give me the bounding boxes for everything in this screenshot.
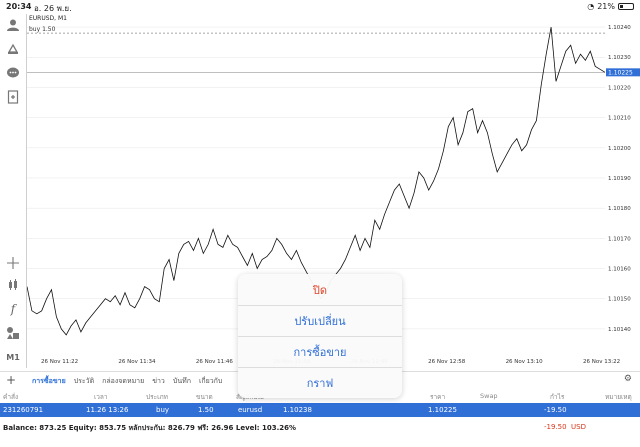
y-tick-label: 1.10200 [608,146,631,152]
row-open-price: 1.10238 [283,406,312,414]
col-size: ขนาด [196,393,213,401]
row-current-price: 1.10225 [428,406,457,414]
row-size: 1.50 [198,406,214,414]
current-price-label: 1.10225 [608,69,633,76]
y-tick-label: 1.10150 [608,297,631,303]
left-toolbar: f M1 [0,14,26,366]
battery-percent: 21% [597,2,615,11]
y-tick-label: 1.10140 [608,327,631,333]
menu-trade-button[interactable]: การซื้อขาย [238,336,402,367]
crosshair-icon[interactable] [4,254,22,272]
row-symbol: eurusd [238,406,263,414]
objects-icon[interactable] [4,324,22,342]
tab-mailbox[interactable]: กล่องจดหมาย [102,376,144,387]
status-time: 20:34 [6,2,32,11]
menu-modify-button[interactable]: ปรับเปลี่ยน [238,305,402,336]
row-type: buy [156,406,170,414]
trade-icon[interactable] [4,40,22,58]
y-tick-label: 1.10220 [608,85,631,91]
menu-close-button[interactable]: ปิด [238,274,402,305]
tab-journal[interactable]: บันทึก [173,376,191,387]
y-tick-label: 1.10210 [608,116,631,122]
account-currency: USD [571,423,586,431]
x-tick-label: 26 Nov 11:46 [196,359,234,365]
col-time: เวลา [94,393,108,401]
tab-trade[interactable]: การซื้อขาย [32,376,66,387]
y-tick-label: 1.10230 [608,55,631,61]
col-comment: หมายเหตุ [605,393,632,401]
order-line-label: buy 1.50 [29,26,56,33]
status-right: ◔ 21% [587,2,634,11]
tab-about[interactable]: เกี่ยวกับ [199,376,222,387]
status-bar: 20:34 อ. 26 พ.ย. ◔ 21% [0,0,640,14]
y-tick-label: 1.10190 [608,176,631,182]
row-ticket: 231260791 [3,406,44,414]
chart-symbol-label: EURUSD, M1 [29,15,67,22]
col-profit: กำไร [550,393,565,401]
col-swap: Swap [480,392,498,400]
tab-history[interactable]: ประวัติ [74,376,94,387]
tab-news[interactable]: ข่าว [152,376,165,387]
col-type: ประเภท [146,393,168,401]
y-tick-label: 1.10180 [608,206,631,212]
y-tick-label: 1.10160 [608,267,631,273]
wifi-icon: ◔ [587,2,595,11]
x-tick-label: 26 Nov 11:22 [41,359,78,365]
battery-icon [618,3,634,10]
x-tick-label: 26 Nov 11:34 [118,359,156,365]
y-tick-label: 1.10170 [608,236,631,242]
function-icon[interactable]: f [4,300,22,318]
row-time: 11.26 13:26 [86,406,129,414]
chat-icon[interactable] [4,64,22,82]
indicators-icon[interactable] [4,276,22,294]
y-tick-label: 1.10240 [608,25,631,31]
menu-chart-button[interactable]: กราฟ [238,367,402,398]
table-row[interactable]: 231260791 11.26 13:26 buy 1.50 eurusd 1.… [0,403,640,417]
add-icon[interactable]: + [6,373,16,387]
account-summary: Balance: 873.25 Equity: 853.75 หลักประกั… [0,422,640,434]
account-balance-text: Balance: 873.25 Equity: 853.75 หลักประกั… [3,424,297,432]
col-price: ราคา [430,393,446,401]
account-profit: -19.50 [544,423,567,431]
settings-icon[interactable]: ⚙ [624,374,632,384]
x-tick-label: 26 Nov 12:58 [428,359,466,365]
account-icon[interactable] [4,16,22,34]
new-chart-icon[interactable] [4,88,22,106]
col-ticket: คำสั่ง [3,393,19,401]
timeframe-icon[interactable]: M1 [4,348,22,366]
position-context-menu: ปิด ปรับเปลี่ยน การซื้อขาย กราฟ [238,274,402,398]
row-profit: -19.50 [544,406,567,414]
x-tick-label: 26 Nov 13:10 [506,359,544,365]
x-tick-label: 26 Nov 13:22 [583,359,620,365]
